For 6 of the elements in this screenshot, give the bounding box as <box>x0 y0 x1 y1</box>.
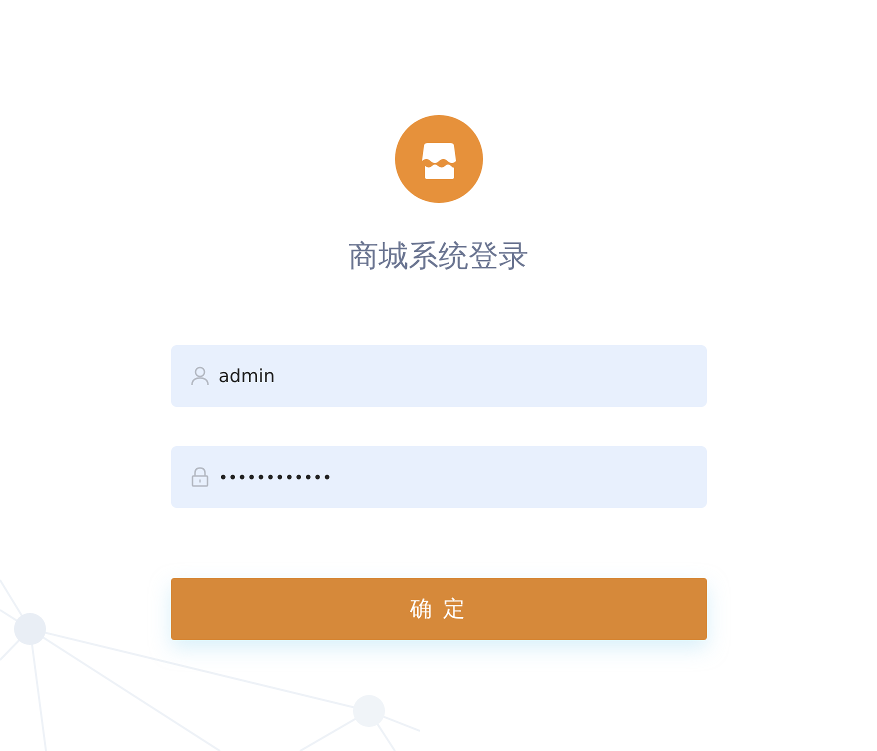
user-icon <box>190 366 208 386</box>
store-icon <box>394 115 482 203</box>
lock-icon <box>190 467 208 487</box>
input-field[interactable]: admin <box>170 345 706 407</box>
login-title: 商城系统登录 <box>348 238 528 276</box>
input-field[interactable]: •••••••••••• <box>170 446 706 508</box>
